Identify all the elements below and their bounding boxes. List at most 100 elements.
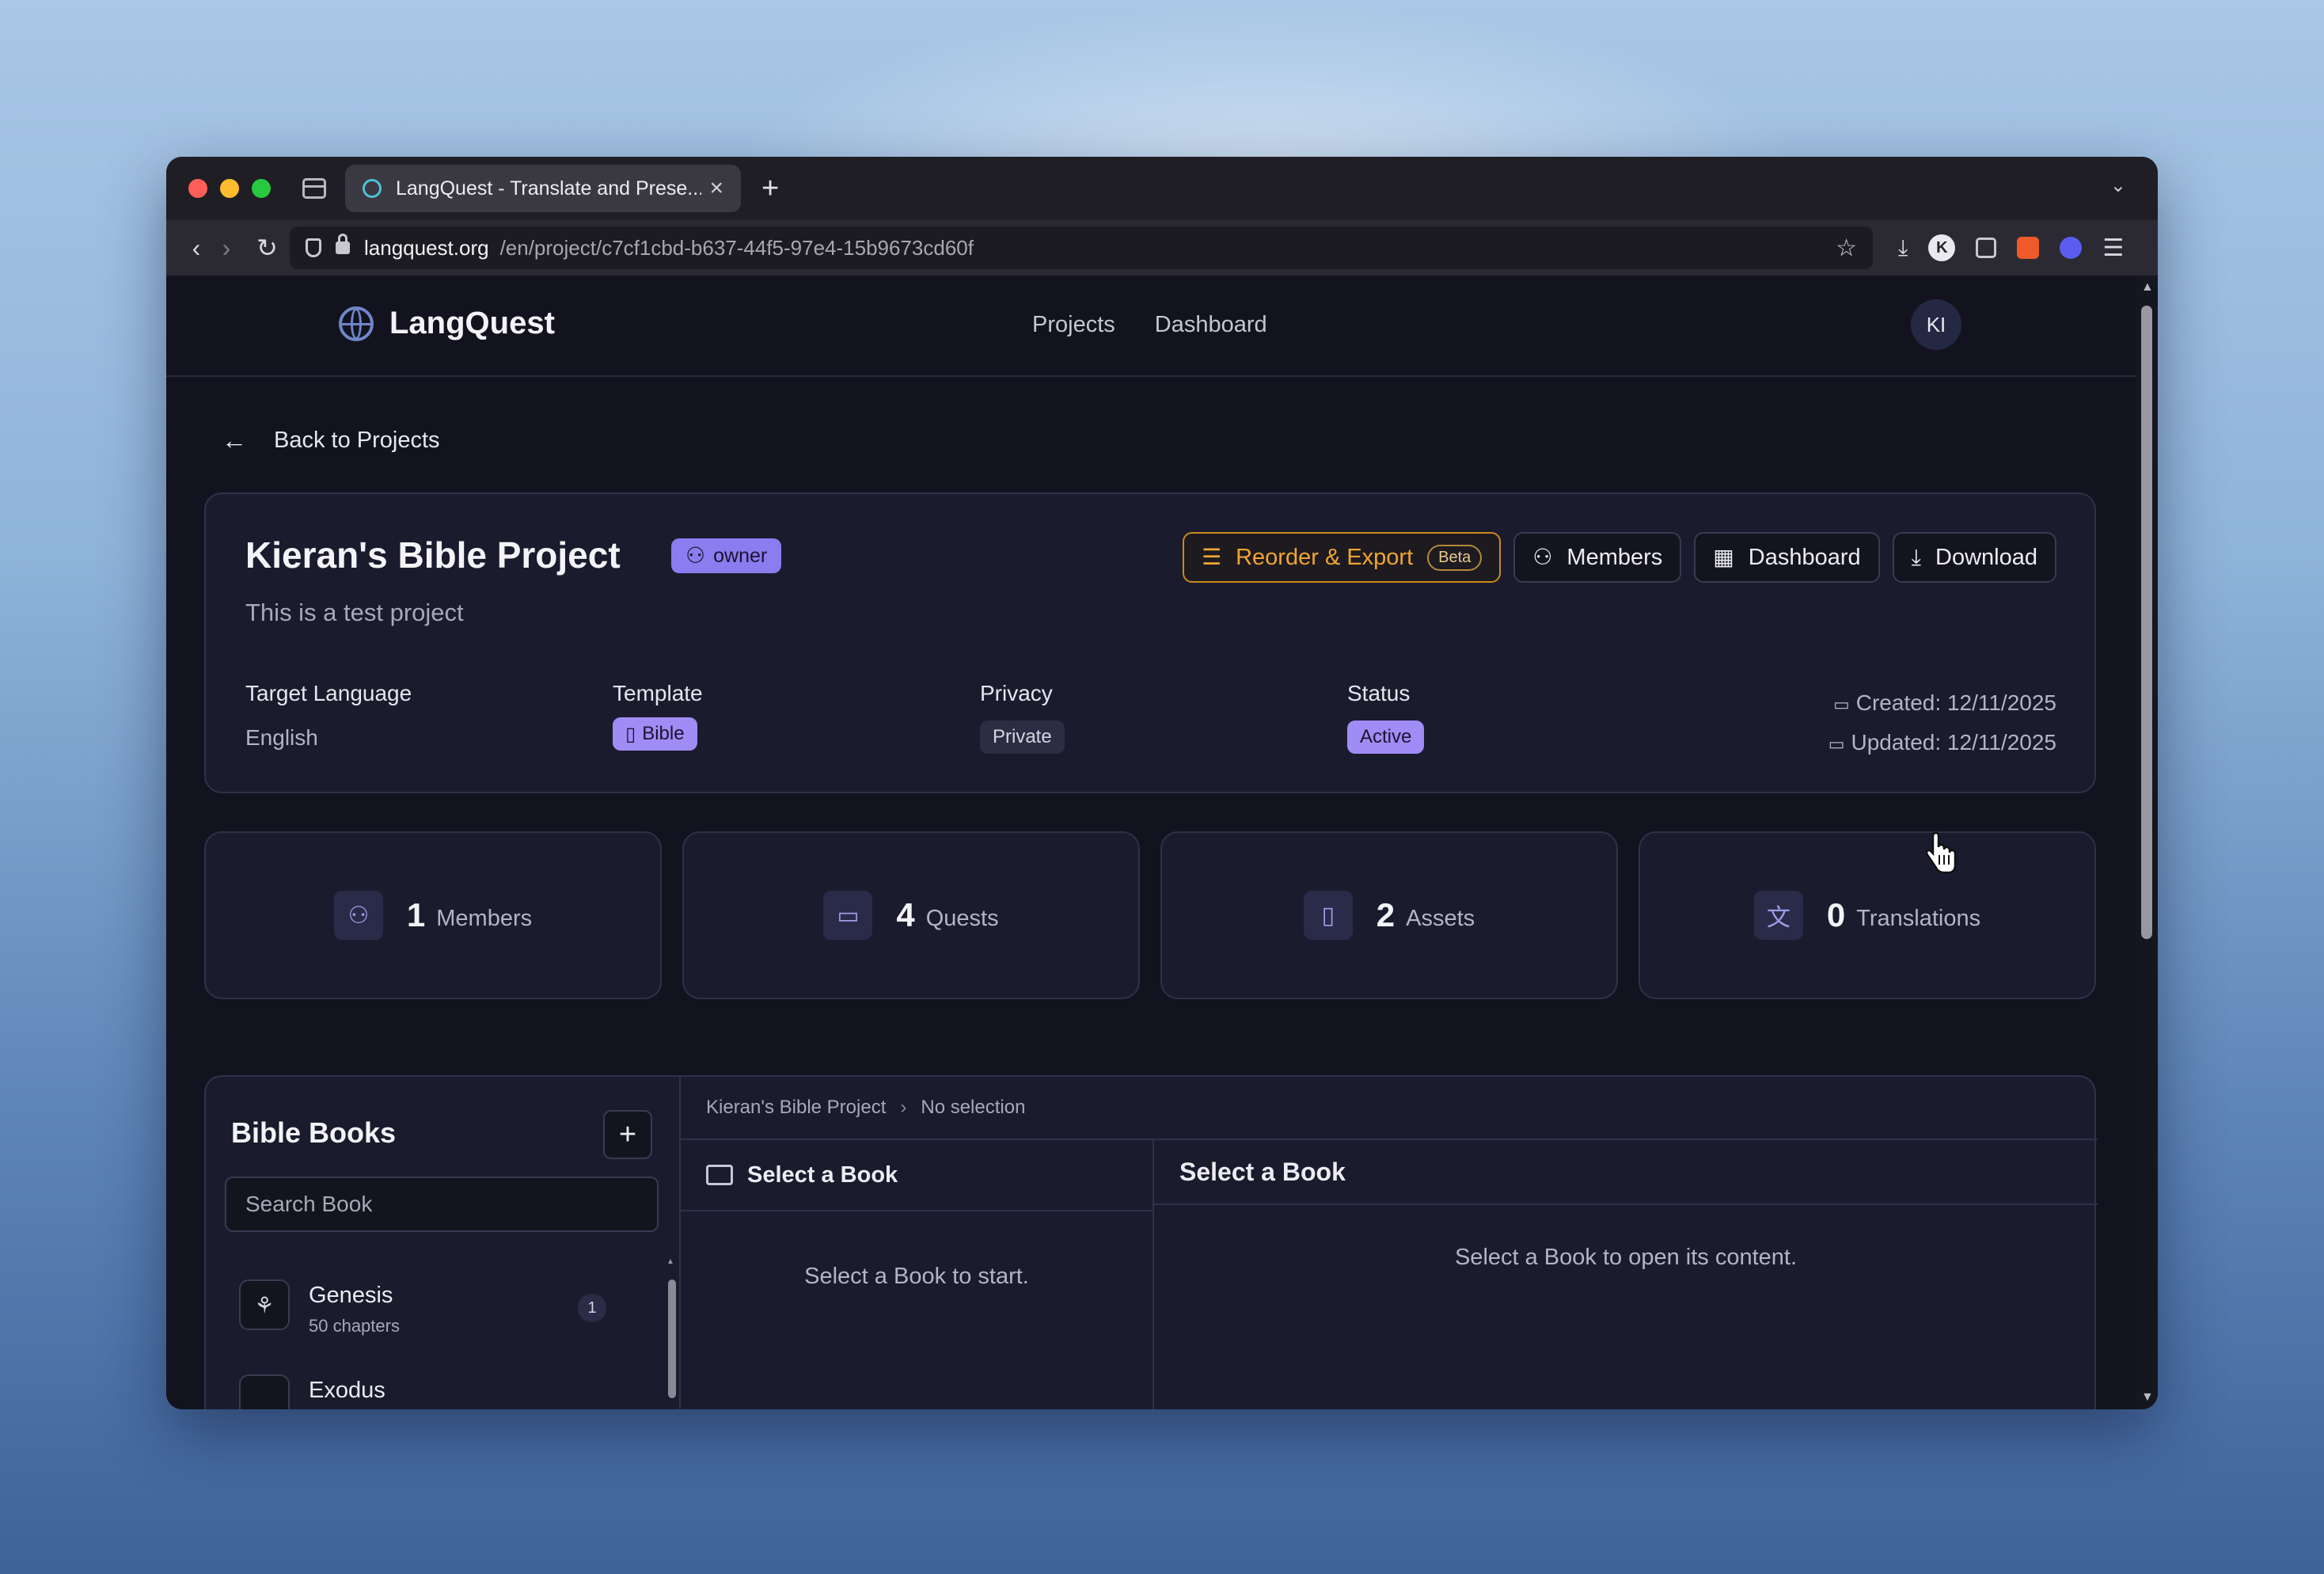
- nav-projects[interactable]: Projects: [1032, 312, 1115, 338]
- orange-extension-icon[interactable]: [2017, 237, 2040, 259]
- members-button[interactable]: ⚇ Members: [1513, 532, 1682, 583]
- hand-cursor-icon: [1925, 831, 1957, 874]
- stat-label: Assets: [1406, 905, 1475, 931]
- list-icon: ☰: [1202, 545, 1222, 569]
- role-badge: ⚇ owner: [671, 538, 782, 573]
- blue-extension-icon[interactable]: [2060, 237, 2083, 259]
- beta-badge: Beta: [1427, 544, 1483, 571]
- download-button[interactable]: ⤓ Download: [1892, 532, 2056, 583]
- breadcrumb-current: No selection: [921, 1097, 1026, 1118]
- forward-arrow-icon[interactable]: ›: [217, 234, 236, 263]
- grid-icon: ▦: [1713, 545, 1734, 569]
- bible-books-title: Bible Books: [231, 1116, 397, 1149]
- search-book-input[interactable]: [225, 1177, 659, 1232]
- reload-icon[interactable]: ↻: [256, 233, 278, 263]
- calendar-icon: ▭: [1828, 734, 1845, 754]
- project-dates: ▭ Created: 12/11/2025 ▭ Updated: 12/11/202…: [1828, 684, 2056, 763]
- extensions-puzzle-icon[interactable]: [1976, 238, 1997, 258]
- members-label: Members: [1566, 544, 1663, 570]
- dashboard-label: Dashboard: [1748, 544, 1861, 570]
- list-item[interactable]: ⚘ Genesis 50 chapters 1: [206, 1259, 673, 1354]
- url-host: langquest.org: [364, 235, 489, 260]
- template-badge: ▯ Bible: [613, 717, 697, 751]
- folder-open-icon: [706, 1165, 733, 1185]
- status-label: Status: [1347, 681, 1411, 705]
- brand-name: LangQuest: [389, 306, 555, 340]
- back-to-projects-link[interactable]: ← Back to Projects: [222, 426, 440, 455]
- content-column: Select a Book Select a Book to open its …: [1154, 1140, 2098, 1409]
- top-nav: Projects Dashboard: [1032, 312, 1267, 338]
- arrow-left-icon: ←: [222, 426, 247, 454]
- target-language-label: Target Language: [245, 681, 412, 705]
- page-scrollbar[interactable]: ▲ ▼: [2136, 276, 2158, 1409]
- book-list-scrollbar[interactable]: [666, 1257, 676, 1409]
- book-list-scroll-thumb[interactable]: [668, 1279, 676, 1398]
- list-item[interactable]: Exodus: [206, 1354, 673, 1409]
- back-link-label: Back to Projects: [274, 428, 440, 453]
- maximize-window-button[interactable]: [252, 179, 271, 198]
- scroll-down-arrow-icon[interactable]: ▼: [2141, 1390, 2154, 1405]
- page-scroll-thumb[interactable]: [2141, 306, 2152, 939]
- reorder-export-button[interactable]: ☰ Reorder & Export Beta: [1183, 532, 1502, 583]
- project-description: This is a test project: [245, 599, 464, 626]
- stat-card-translations: 文 0 Translations: [1639, 831, 2096, 999]
- tab-list-chevron-icon[interactable]: ⌄: [2110, 174, 2126, 197]
- close-tab-icon[interactable]: ×: [709, 175, 723, 202]
- profile-k-icon[interactable]: K: [1928, 234, 1956, 261]
- calendar-icon: ▭: [1832, 694, 1850, 714]
- status-badge: Active: [1347, 720, 1425, 754]
- project-actions: ☰ Reorder & Export Beta ⚇ Members ▦ Dash…: [1183, 532, 2056, 583]
- users-icon: ⚇: [1532, 545, 1553, 569]
- stat-label: Members: [436, 905, 533, 931]
- bible-books-sidebar: Bible Books + ⚘ Genesis 50 chapters 1 Ex…: [206, 1077, 681, 1409]
- url-path: /en/project/c7cf1cbd-b637-44f5-97e4-15b9…: [499, 235, 974, 260]
- quest-column-title: Select a Book: [747, 1161, 898, 1188]
- chevron-right-icon: ›: [900, 1097, 907, 1118]
- stat-label: Quests: [925, 905, 999, 931]
- download-icon: ⤓: [1911, 545, 1922, 569]
- book-list: ⚘ Genesis 50 chapters 1 Exodus: [206, 1259, 673, 1409]
- shield-icon[interactable]: [306, 238, 321, 257]
- lock-icon[interactable]: [336, 234, 350, 254]
- content-column-title: Select a Book: [1154, 1140, 2098, 1205]
- stat-value: 0: [1826, 896, 1846, 933]
- stat-value: 4: [896, 896, 915, 933]
- book-name: Exodus: [309, 1378, 385, 1403]
- scroll-up-arrow-icon[interactable]: ▲: [2141, 280, 2154, 295]
- stat-card-members: ⚇ 1 Members: [204, 831, 662, 999]
- globe-icon: [363, 179, 382, 198]
- globe-logo-icon: [339, 306, 374, 341]
- downloads-icon[interactable]: ⤓: [1898, 235, 1908, 261]
- project-card: Kieran's Bible Project ⚇ owner This is a…: [204, 492, 2096, 793]
- quest-column-header: Select a Book: [681, 1140, 1153, 1211]
- browser-window: LangQuest - Translate and Prese... × + ⌄…: [166, 157, 2158, 1409]
- sidebar-toggle-icon[interactable]: [302, 178, 326, 199]
- dashboard-button[interactable]: ▦ Dashboard: [1694, 532, 1880, 583]
- quest-column: Select a Book Select a Book to start.: [681, 1140, 1154, 1409]
- brand[interactable]: LangQuest: [339, 306, 555, 341]
- breadcrumb: Kieran's Bible Project › No selection: [681, 1077, 2098, 1140]
- toolbar-extensions: ⤓ K ☰: [1898, 234, 2124, 262]
- close-window-button[interactable]: [188, 179, 207, 198]
- translate-icon: 文: [1753, 891, 1803, 940]
- sprout-icon: ⚘: [239, 1279, 290, 1330]
- app-header: LangQuest Projects Dashboard KI: [166, 276, 2136, 377]
- tab-bar: LangQuest - Translate and Prese... × + ⌄: [166, 157, 2158, 220]
- menu-hamburger-icon[interactable]: ☰: [2102, 234, 2124, 262]
- bookmark-star-icon[interactable]: ☆: [1836, 234, 1857, 262]
- minimize-window-button[interactable]: [220, 179, 239, 198]
- tab-title: LangQuest - Translate and Prese...: [396, 177, 702, 200]
- user-role-icon: ⚇: [685, 543, 706, 568]
- back-arrow-icon[interactable]: ‹: [187, 234, 206, 263]
- user-avatar[interactable]: KI: [1911, 299, 1961, 350]
- address-bar[interactable]: langquest.org /en/project/c7cf1cbd-b637-…: [290, 226, 1873, 269]
- target-language-value: English: [245, 725, 318, 750]
- breadcrumb-project[interactable]: Kieran's Bible Project: [706, 1097, 886, 1119]
- browser-tab[interactable]: LangQuest - Translate and Prese... ×: [345, 165, 741, 212]
- nav-dashboard[interactable]: Dashboard: [1155, 312, 1267, 338]
- new-tab-button[interactable]: +: [761, 172, 779, 206]
- updated-date: ▭ Updated: 12/11/2025: [1828, 730, 2056, 755]
- users-icon: ⚇: [333, 891, 383, 940]
- add-book-button[interactable]: +: [603, 1110, 652, 1159]
- stat-value: 2: [1376, 896, 1396, 933]
